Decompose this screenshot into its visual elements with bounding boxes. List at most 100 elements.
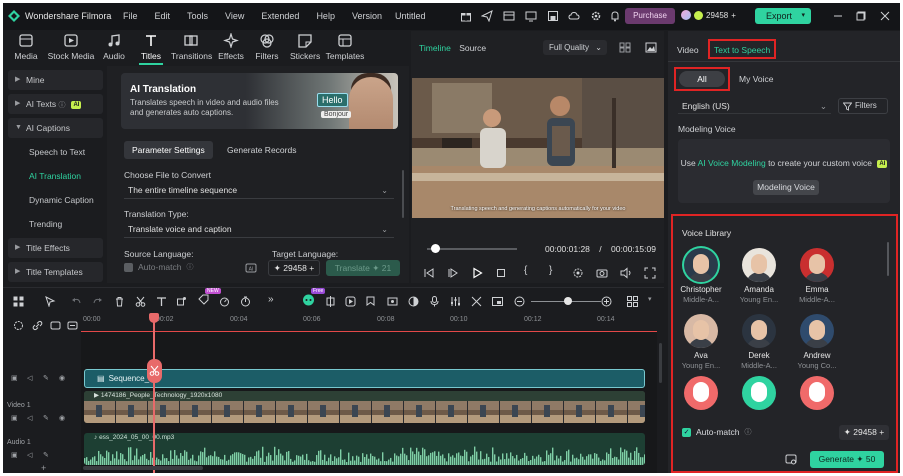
undo-icon[interactable]	[71, 296, 82, 307]
sidebar-item-title-effects[interactable]: ▶ Title Effects	[8, 238, 103, 258]
voice-avatar[interactable]	[800, 314, 834, 348]
render-settings-icon[interactable]	[572, 267, 584, 279]
sidebar-item-speech-to-text[interactable]: Speech to Text	[8, 142, 103, 162]
panel-scrollbar[interactable]	[402, 170, 404, 218]
tab-transitions[interactable]: Transitions	[171, 33, 212, 61]
tab-effects[interactable]: Effects	[217, 33, 245, 61]
stop-icon[interactable]	[495, 267, 507, 279]
microphone-icon[interactable]	[429, 296, 440, 307]
timer-icon[interactable]	[240, 296, 251, 307]
tab-media[interactable]: Media	[13, 33, 39, 61]
menu-extended[interactable]: Extended	[261, 11, 299, 21]
sidebar-item-ai-translation[interactable]: AI Translation	[8, 166, 103, 186]
ai-tool-with-badge[interactable]: NEW	[198, 288, 221, 305]
translation-type-select[interactable]: Translate voice and caption ⌄	[124, 222, 394, 238]
voice-avatar[interactable]	[684, 248, 718, 282]
ai-voice-modeling-link[interactable]: AI Voice Modeling	[698, 158, 766, 168]
notification-icon[interactable]	[609, 10, 621, 22]
marker-icon[interactable]	[365, 296, 376, 307]
step-back-icon[interactable]	[423, 267, 435, 279]
voice-card[interactable]	[672, 376, 730, 410]
playhead-handle[interactable]	[149, 313, 159, 323]
voice-card[interactable]: Christopher Middle-A...	[672, 248, 730, 304]
send-icon[interactable]	[481, 10, 493, 22]
ai-caption-icon[interactable]: AI	[245, 262, 257, 274]
snapshot-icon[interactable]	[387, 296, 398, 307]
voice-avatar[interactable]	[684, 376, 718, 410]
render-preview-icon[interactable]	[345, 296, 356, 307]
filters-button[interactable]: Filters	[838, 98, 888, 114]
select-tool-icon[interactable]	[45, 296, 56, 307]
picture-in-picture-icon[interactable]	[492, 296, 503, 307]
playhead[interactable]	[149, 313, 159, 473]
tab-timeline-preview[interactable]: Timeline	[419, 43, 451, 53]
speaker-icon[interactable]: ◁	[27, 451, 32, 459]
voice-avatar[interactable]	[800, 376, 834, 410]
snapshot-image-icon[interactable]	[645, 42, 657, 53]
sidebar-item-ai-texts[interactable]: ▶ AI Texts ⓘ AI	[8, 94, 103, 114]
export-button[interactable]: Export ▾	[755, 8, 811, 24]
maximize-icon[interactable]	[855, 10, 867, 22]
speed-icon[interactable]	[219, 296, 230, 307]
camera-icon[interactable]	[596, 267, 608, 279]
play-frame-icon[interactable]	[447, 267, 459, 279]
sidebar-item-trending[interactable]: Trending	[8, 214, 103, 234]
filter-all-button[interactable]: All	[679, 71, 725, 87]
auto-reframe-icon[interactable]	[325, 296, 336, 307]
zoom-slider-handle[interactable]	[564, 297, 572, 305]
voice-avatar[interactable]	[684, 314, 718, 348]
layout-grid-icon[interactable]	[13, 296, 24, 307]
tab-parameter-settings[interactable]: Parameter Settings	[124, 141, 213, 159]
mute-icon[interactable]: ✎	[43, 414, 49, 422]
tts-auto-match-checkbox[interactable]: ✓ Auto-match ⓘ	[682, 427, 751, 437]
cloud-icon[interactable]	[568, 10, 580, 22]
grid-view-icon[interactable]	[619, 42, 631, 53]
menu-tools[interactable]: Tools	[187, 11, 208, 21]
credits-balance[interactable]: 29458 +	[681, 10, 736, 20]
auto-match-checkbox[interactable]: Auto-match ⓘ	[124, 262, 193, 272]
timeline-vertical-scrollbar[interactable]	[659, 343, 662, 383]
lock-icon[interactable]: ▣	[11, 374, 18, 382]
gift-icon[interactable]	[460, 10, 472, 22]
redo-icon[interactable]	[92, 296, 103, 307]
menu-edit[interactable]: Edit	[155, 11, 171, 21]
menu-version[interactable]: Version	[352, 11, 382, 21]
minimize-icon[interactable]	[832, 10, 844, 22]
tab-filters[interactable]: Filters	[255, 33, 279, 61]
lock-icon[interactable]: ▣	[11, 451, 18, 459]
language-select[interactable]: English (US) ⌄	[678, 98, 831, 114]
volume-icon[interactable]	[620, 267, 632, 279]
tab-audio[interactable]: Audio	[100, 33, 128, 61]
preview-scrubber[interactable]	[427, 244, 517, 253]
mask-icon[interactable]	[408, 296, 419, 307]
speaker-icon[interactable]: ◁	[27, 414, 32, 422]
voice-card[interactable]	[788, 376, 846, 410]
mute-icon[interactable]: ✎	[43, 451, 49, 459]
toolbar-more-icon[interactable]: ▾	[648, 295, 652, 303]
eye-icon[interactable]: ◉	[59, 414, 65, 422]
sidebar-item-mine[interactable]: ▶ Mine	[8, 70, 103, 90]
crop-icon[interactable]	[176, 296, 187, 307]
voice-avatar[interactable]	[800, 248, 834, 282]
translate-button[interactable]: Translate ✦ 21	[326, 260, 400, 276]
sidebar-item-title-templates[interactable]: ▶ Title Templates	[8, 262, 103, 282]
credits-chip[interactable]: ✦ 29458 +	[268, 260, 320, 276]
mark-out-icon[interactable]: }	[549, 265, 552, 276]
monitor-icon[interactable]	[525, 10, 537, 22]
audio-clip[interactable]: ♪ ess_2024_05_00_00.mp3	[84, 433, 645, 465]
layout-icon[interactable]	[503, 10, 515, 22]
tab-templates[interactable]: Templates	[325, 33, 365, 61]
zoom-in-icon[interactable]	[601, 296, 612, 307]
user-avatar[interactable]	[681, 10, 691, 20]
quality-select[interactable]: Full Quality ⌄	[543, 40, 607, 55]
mute-icon[interactable]: ✎	[43, 374, 49, 382]
modeling-voice-button[interactable]: Modeling Voice	[753, 180, 819, 195]
play-icon[interactable]	[471, 267, 483, 279]
purchase-button[interactable]: Purchase	[625, 8, 675, 24]
tab-stickers[interactable]: Stickers	[290, 33, 320, 61]
tab-titles[interactable]: Titles	[139, 33, 163, 65]
zoom-slider[interactable]	[531, 297, 601, 305]
choose-file-select[interactable]: The entire timeline sequence ⌄	[124, 183, 394, 199]
link-icon[interactable]	[32, 320, 43, 331]
add-track-icon[interactable]: +	[41, 463, 46, 473]
